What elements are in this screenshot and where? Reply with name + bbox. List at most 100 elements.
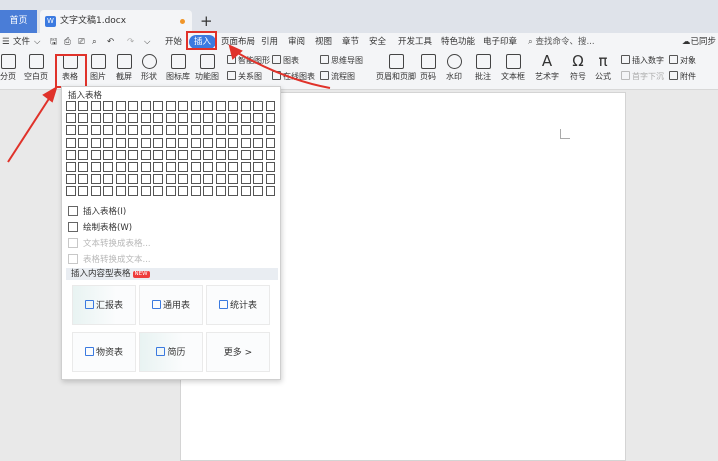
grid-cell[interactable] [78, 149, 89, 160]
grid-cell[interactable] [140, 137, 151, 148]
grid-cell[interactable] [265, 174, 276, 185]
symbol-button[interactable]: Ω 符号 [570, 54, 586, 82]
grid-cell[interactable] [190, 186, 201, 197]
page-number-button[interactable]: 页码 [420, 54, 436, 82]
grid-cell[interactable] [215, 161, 226, 172]
grid-cell[interactable] [190, 149, 201, 160]
grid-cell[interactable] [203, 125, 214, 136]
grid-cell[interactable] [215, 125, 226, 136]
menu-page-layout[interactable]: 页面布局 [221, 33, 255, 52]
grid-cell[interactable] [115, 101, 126, 111]
grid-cell[interactable] [103, 161, 114, 172]
grid-cell[interactable] [140, 186, 151, 197]
grid-cell[interactable] [240, 174, 251, 185]
grid-cell[interactable] [203, 186, 214, 197]
materials-table-card[interactable]: 物资表 [72, 332, 136, 372]
grid-cell[interactable] [153, 125, 164, 136]
grid-cell[interactable] [165, 174, 176, 185]
grid-cell[interactable] [203, 113, 214, 124]
grid-cell[interactable] [153, 113, 164, 124]
grid-cell[interactable] [153, 101, 164, 111]
drop-cap-button[interactable]: 首字下沉 [621, 71, 664, 83]
picture-button[interactable]: 图片 [90, 54, 106, 82]
statistics-table-card[interactable]: 统计表 [206, 285, 270, 325]
draw-table-item[interactable]: 绘制表格(W) [68, 220, 132, 236]
grid-cell[interactable] [128, 101, 139, 111]
grid-cell[interactable] [78, 101, 89, 111]
menu-start[interactable]: 开始 [165, 33, 182, 52]
menu-review[interactable]: 审阅 [288, 33, 305, 52]
grid-cell[interactable] [128, 149, 139, 160]
grid-cell[interactable] [115, 137, 126, 148]
grid-cell[interactable] [128, 125, 139, 136]
grid-cell[interactable] [66, 137, 76, 148]
grid-cell[interactable] [153, 186, 164, 197]
grid-cell[interactable] [253, 174, 263, 185]
object-button[interactable]: 对象 [669, 55, 696, 67]
grid-cell[interactable] [66, 113, 76, 124]
grid-cell[interactable] [265, 101, 276, 111]
grid-cell[interactable] [265, 186, 276, 197]
grid-cell[interactable] [240, 137, 251, 148]
grid-cell[interactable] [240, 186, 251, 197]
grid-cell[interactable] [253, 186, 263, 197]
grid-cell[interactable] [103, 186, 114, 197]
mind-map-button[interactable]: 思维导图 [320, 55, 363, 67]
save-icon[interactable]: 🖫 [50, 33, 57, 52]
grid-cell[interactable] [103, 174, 114, 185]
grid-cell[interactable] [190, 161, 201, 172]
grid-cell[interactable] [253, 149, 263, 160]
grid-cell[interactable] [90, 174, 101, 185]
grid-cell[interactable] [203, 101, 214, 111]
grid-cell[interactable] [165, 161, 176, 172]
grid-cell[interactable] [228, 125, 239, 136]
grid-cell[interactable] [153, 161, 164, 172]
general-table-card[interactable]: 通用表 [139, 285, 203, 325]
grid-cell[interactable] [178, 101, 189, 111]
grid-cell[interactable] [265, 161, 276, 172]
sync-status[interactable]: ☁已同步 [682, 33, 716, 52]
tab-home[interactable]: 首页 [0, 10, 37, 33]
grid-cell[interactable] [78, 186, 89, 197]
grid-cell[interactable] [140, 174, 151, 185]
grid-cell[interactable] [115, 113, 126, 124]
shape-button[interactable]: 形状 [141, 54, 157, 82]
grid-cell[interactable] [140, 161, 151, 172]
textbox-button[interactable]: 文本框 [501, 54, 525, 82]
grid-cell[interactable] [115, 186, 126, 197]
grid-cell[interactable] [178, 137, 189, 148]
tab-document[interactable]: W 文字文稿1.docx [40, 10, 192, 33]
attachment-button[interactable]: 附件 [669, 71, 696, 83]
grid-cell[interactable] [203, 137, 214, 148]
grid-cell[interactable] [228, 113, 239, 124]
grid-cell[interactable] [178, 161, 189, 172]
grid-cell[interactable] [66, 125, 76, 136]
table-to-text-item[interactable]: 表格转换成文本... [68, 252, 151, 268]
grid-cell[interactable] [228, 161, 239, 172]
grid-cell[interactable] [90, 149, 101, 160]
customize-chevron-icon[interactable]: ⌵ [144, 33, 150, 52]
grid-cell[interactable] [128, 137, 139, 148]
print-preview-icon[interactable]: ⌕ [92, 33, 97, 52]
new-tab-button[interactable]: + [200, 11, 213, 31]
grid-cell[interactable] [66, 149, 76, 160]
menu-e-seal[interactable]: 电子印章 [483, 33, 517, 52]
print-icon[interactable]: ⎚ [78, 33, 85, 52]
grid-cell[interactable] [90, 125, 101, 136]
grid-cell[interactable] [178, 125, 189, 136]
grid-cell[interactable] [215, 149, 226, 160]
grid-cell[interactable] [203, 149, 214, 160]
grid-cell[interactable] [90, 101, 101, 111]
grid-cell[interactable] [153, 137, 164, 148]
grid-cell[interactable] [190, 137, 201, 148]
grid-cell[interactable] [103, 137, 114, 148]
grid-cell[interactable] [190, 174, 201, 185]
grid-cell[interactable] [165, 125, 176, 136]
grid-cell[interactable] [128, 186, 139, 197]
grid-cell[interactable] [165, 137, 176, 148]
grid-cell[interactable] [240, 101, 251, 111]
grid-cell[interactable] [90, 161, 101, 172]
grid-cell[interactable] [228, 186, 239, 197]
grid-cell[interactable] [90, 137, 101, 148]
grid-cell[interactable] [178, 174, 189, 185]
